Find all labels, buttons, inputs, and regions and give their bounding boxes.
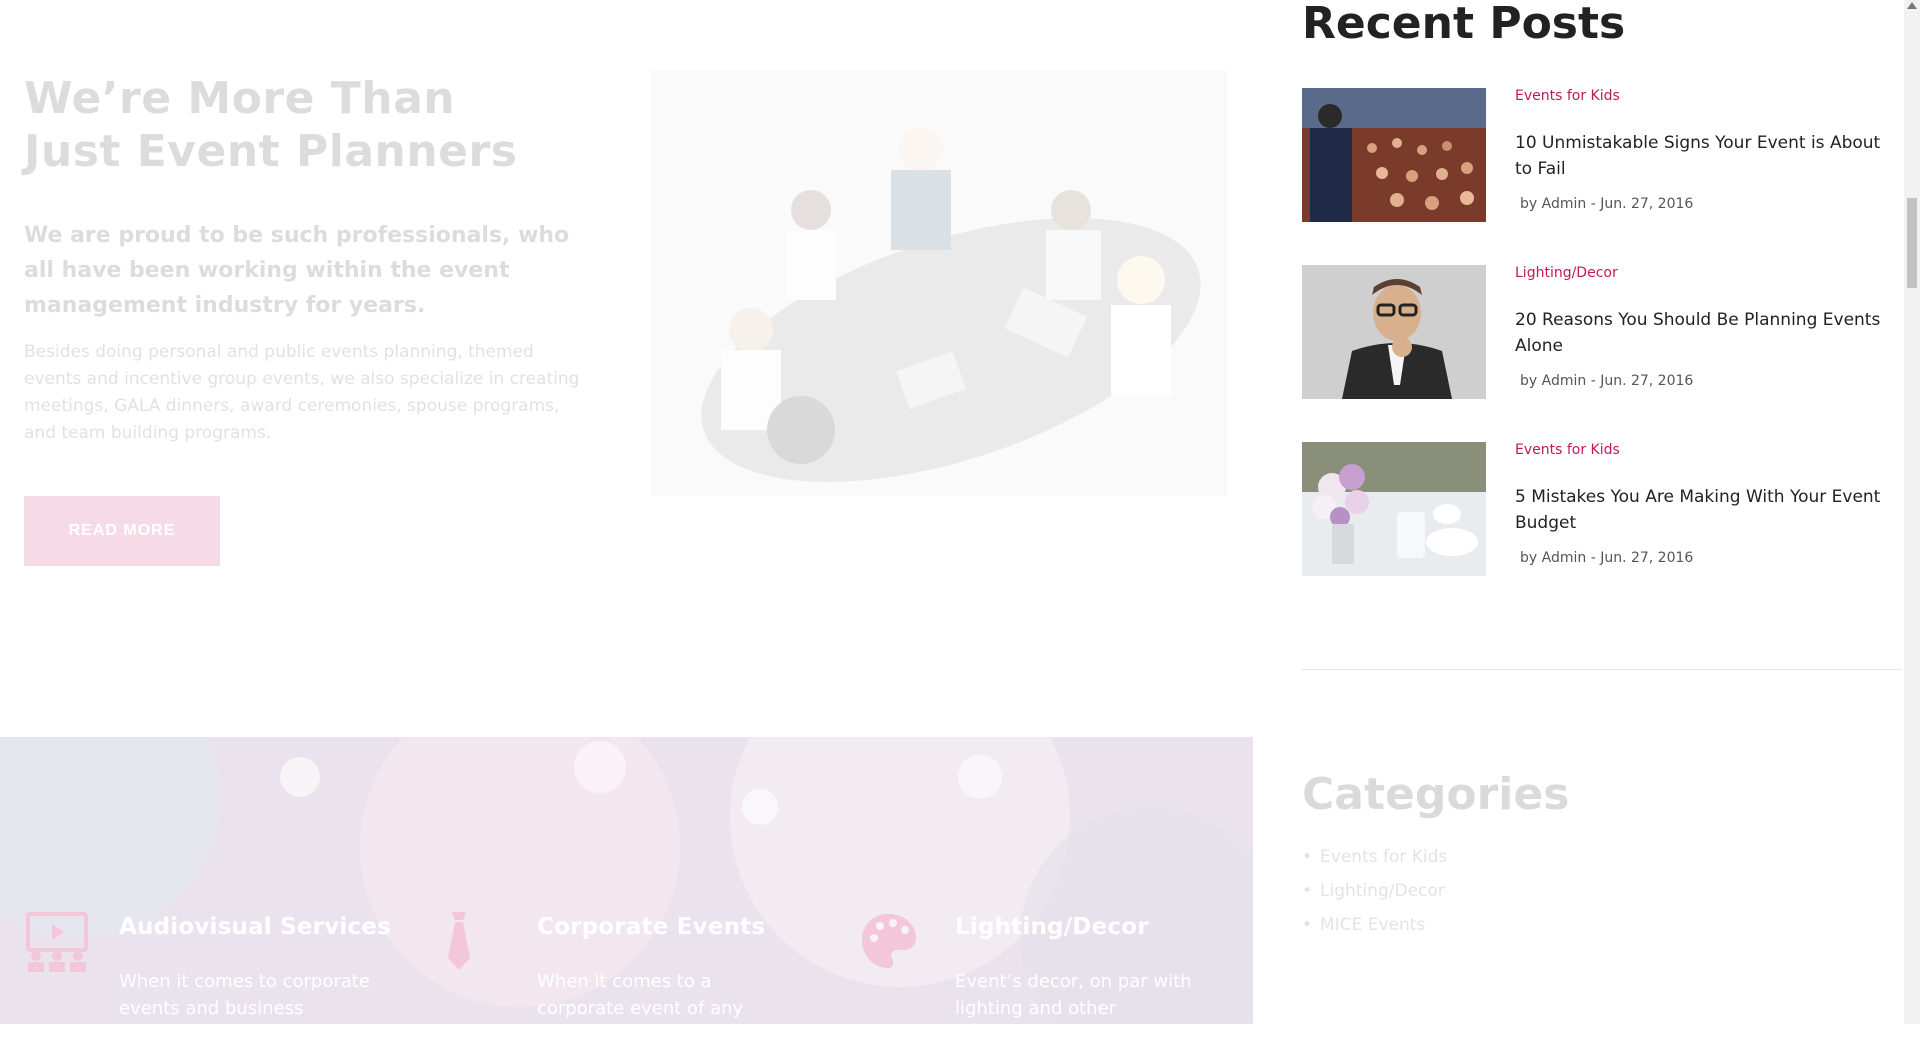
post-thumbnail[interactable] — [1302, 265, 1486, 399]
post-meta: by Admin - Jun. 27, 2016 — [1520, 550, 1694, 566]
page-scrollbar[interactable] — [1904, 0, 1920, 1024]
bullet-icon: • — [1302, 881, 1313, 901]
scroll-up-arrow-icon[interactable] — [1907, 2, 1917, 9]
post-meta: by Admin - Jun. 27, 2016 — [1520, 373, 1694, 389]
bullet-icon: • — [1302, 847, 1313, 867]
service-text: Event’s decor, on par with lighting and … — [955, 971, 1192, 1046]
sidebar: Recent Posts Events for Kids 10 Unmistak… — [1302, 0, 1902, 1024]
bullet-icon: • — [1302, 915, 1313, 935]
category-label[interactable]: MICE Events — [1320, 915, 1425, 935]
service-text: When it comes to corporate events and bu… — [119, 971, 370, 1019]
about-title-line1: We’re More Than — [24, 73, 456, 124]
category-item[interactable]: • MICE Events — [1302, 908, 1902, 942]
recent-posts-title: Recent Posts — [1302, 0, 1626, 49]
category-item[interactable]: • Events for Kids — [1302, 840, 1902, 874]
category-label[interactable]: Lighting/Decor — [1320, 881, 1445, 901]
tie-icon — [448, 912, 470, 970]
service-text: When it comes to a corporate event of an… — [537, 971, 744, 1046]
read-more-button[interactable]: READ MORE — [24, 496, 220, 566]
service-title: Lighting/Decor — [955, 914, 1149, 940]
palette-icon — [862, 914, 916, 968]
categories-list: • Events for Kids • Lighting/Decor • MICE E… — [1302, 840, 1902, 942]
categories-title: Categories — [1302, 769, 1570, 820]
recent-post: Events for Kids 10 Unmistakable Signs Yo… — [1302, 88, 1902, 222]
post-thumbnail[interactable] — [1302, 88, 1486, 222]
recent-post: Events for Kids 5 Mistakes You Are Makin… — [1302, 442, 1902, 576]
post-meta: by Admin - Jun. 27, 2016 — [1520, 196, 1694, 212]
sidebar-divider — [1302, 669, 1902, 670]
category-label[interactable]: Events for Kids — [1320, 847, 1447, 867]
categories-widget: Categories • Events for Kids • Lighting/De… — [1302, 760, 1902, 942]
audiovisual-icon — [26, 912, 88, 972]
category-item[interactable]: • Lighting/Decor — [1302, 874, 1902, 908]
about-text: Besides doing personal and public events… — [24, 342, 580, 443]
post-title[interactable]: 20 Reasons You Should Be Planning Events… — [1515, 307, 1900, 359]
scrollbar-thumb[interactable] — [1907, 198, 1917, 288]
main-content: We’re More Than Just Event Planners We a… — [0, 0, 1253, 1046]
about-title: We’re More Than Just Event Planners — [24, 72, 517, 178]
meeting-photo — [651, 70, 1227, 496]
post-category[interactable]: Events for Kids — [1515, 88, 1620, 104]
post-thumbnail[interactable] — [1302, 442, 1486, 576]
post-category[interactable]: Lighting/Decor — [1515, 265, 1618, 281]
about-title-line2: Just Event Planners — [24, 126, 518, 177]
recent-post: Lighting/Decor 20 Reasons You Should Be … — [1302, 265, 1902, 399]
post-category[interactable]: Events for Kids — [1515, 442, 1620, 458]
service-title: Corporate Events — [537, 914, 766, 940]
about-lead: We are proud to be such professionals, w… — [24, 223, 570, 318]
post-title[interactable]: 10 Unmistakable Signs Your Event is Abou… — [1515, 130, 1900, 182]
service-title: Audiovisual Services — [119, 914, 391, 940]
post-title[interactable]: 5 Mistakes You Are Making With Your Even… — [1515, 484, 1900, 536]
